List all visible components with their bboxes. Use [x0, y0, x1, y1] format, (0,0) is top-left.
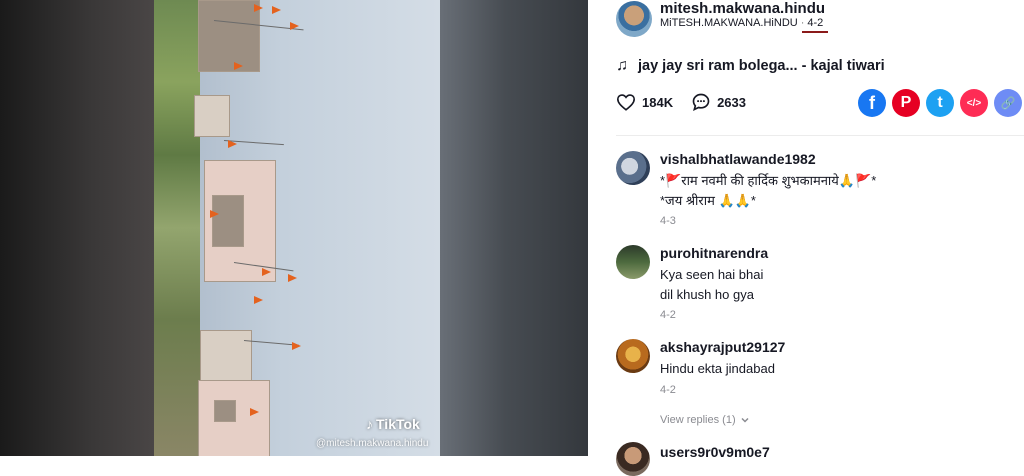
comment-text-line: dil khush ho gya [660, 287, 754, 302]
author-meta: MiTESH.MAKWANA.HiNDU · 4-2 [660, 17, 823, 29]
video-frame[interactable] [154, 0, 440, 456]
date-underline-annotation [802, 31, 828, 33]
pinterest-share-button[interactable]: P [892, 89, 920, 117]
comment-icon [692, 93, 710, 112]
tiktok-logo-icon: ♪ [366, 416, 373, 432]
flag [292, 342, 301, 350]
commenter-avatar[interactable] [616, 339, 650, 373]
music-link[interactable]: ♫ jay jay sri ram bolega... - kajal tiwa… [616, 57, 885, 75]
share-buttons: f P t </> 🔗 [858, 89, 1022, 117]
comment-text-line: Kya seen hai bhai [660, 267, 764, 282]
wire [243, 340, 299, 346]
stats-row: 184K 2633 [616, 92, 764, 112]
comment-item: akshayrajput29127 Hindu ekta jindabad 4-… [616, 339, 1016, 399]
like-count: 184K [642, 94, 674, 110]
embed-button[interactable]: </> [960, 89, 988, 117]
comment-date: 4-2 [660, 384, 676, 396]
vegetation [154, 0, 200, 456]
post-date: 4-2 [807, 17, 824, 29]
view-replies-button[interactable]: View replies (1) [660, 414, 750, 426]
building [194, 95, 230, 137]
twitter-icon: t [937, 94, 943, 111]
commenter-username[interactable]: akshayrajput29127 [660, 339, 785, 355]
author-nickname: MiTESH.MAKWANA.HiNDU [660, 17, 798, 29]
flag [234, 62, 243, 70]
facebook-share-button[interactable]: f [858, 89, 886, 117]
commenter-avatar[interactable] [616, 245, 650, 279]
link-icon: 🔗 [1000, 96, 1016, 110]
comment-stat[interactable]: 2633 [691, 92, 746, 112]
embed-icon: </> [966, 97, 982, 109]
commenter-avatar[interactable] [616, 151, 650, 185]
like-stat[interactable]: 184K [616, 93, 673, 111]
comment-count: 2633 [717, 94, 746, 110]
music-title: jay jay sri ram bolega... - kajal tiwari [638, 58, 885, 74]
commenter-avatar[interactable] [616, 442, 650, 476]
chevron-down-icon [741, 417, 749, 423]
flag [290, 22, 299, 30]
building [198, 0, 260, 72]
comment-date: 4-2 [660, 309, 676, 321]
building [212, 195, 244, 247]
meta-separator: · [800, 17, 805, 29]
twitter-share-button[interactable]: t [926, 89, 954, 117]
flag [288, 274, 297, 282]
comment-item: purohitnarendra Kya seen hai bhai dil kh… [616, 245, 1016, 325]
view-replies-label: View replies (1) [660, 414, 736, 426]
comment-text-line: Hindu ekta jindabad [660, 361, 775, 376]
tiktok-watermark: ♪ TikTok [366, 416, 420, 432]
flag [254, 296, 263, 304]
heart-icon [616, 94, 636, 111]
building [200, 330, 252, 387]
flag [250, 408, 259, 416]
video-blur-left [0, 0, 155, 456]
comment-text-line: *🚩राम नवमी की हार्दिक शुभकामनाये🙏🚩* [660, 173, 877, 188]
copy-link-button[interactable]: 🔗 [994, 89, 1022, 117]
author-avatar[interactable] [616, 1, 652, 37]
pinterest-icon: P [900, 94, 912, 111]
info-panel: mitesh.makwana.hindu MiTESH.MAKWANA.HiND… [600, 0, 1024, 476]
comment-item: users9r0v9m0e7 [616, 442, 1016, 476]
flag [228, 140, 237, 148]
comment-text-line: *जय श्रीराम 🙏🙏* [660, 193, 756, 208]
comment-item: vishalbhatlawande1982 *🚩राम नवमी की हार्… [616, 151, 1016, 231]
commenter-username[interactable]: vishalbhatlawande1982 [660, 151, 816, 167]
flag [272, 6, 281, 14]
author-username[interactable]: mitesh.makwana.hindu [660, 0, 825, 17]
commenter-username[interactable]: purohitnarendra [660, 245, 768, 261]
commenter-username[interactable]: users9r0v9m0e7 [660, 444, 770, 460]
tiktok-watermark-label: TikTok [376, 416, 420, 432]
flag [254, 4, 263, 12]
tiktok-watermark-handle: @mitesh.makwana.hindu [316, 438, 429, 449]
music-note-icon: ♫ [616, 57, 628, 74]
video-blur-right [438, 0, 588, 456]
comment-date: 4-3 [660, 215, 676, 227]
divider [616, 135, 1024, 136]
flag [210, 210, 219, 218]
flag [262, 268, 271, 276]
building [214, 400, 236, 422]
facebook-icon: f [869, 92, 875, 113]
video-player[interactable]: ♪ TikTok @mitesh.makwana.hindu [0, 0, 588, 456]
